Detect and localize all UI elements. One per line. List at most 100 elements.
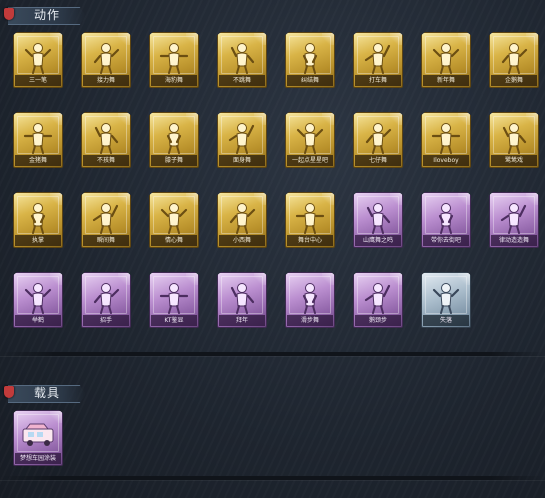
- dance-pose-icon: [159, 280, 189, 314]
- card-label-bar: 新年舞: [423, 75, 469, 86]
- card-label-bar: 梦想车园涂装: [15, 453, 61, 464]
- dance-pose-icon: [295, 120, 325, 154]
- action-card[interactable]: 七仔舞: [353, 112, 403, 168]
- action-card[interactable]: 接力舞: [81, 32, 131, 88]
- action-label: 纠结舞: [300, 77, 319, 84]
- section-title-actions: 动作: [34, 8, 61, 22]
- action-card[interactable]: 鹅颈步: [353, 272, 403, 328]
- dance-pose-icon: [295, 40, 325, 74]
- action-card[interactable]: 带你去街吧: [421, 192, 471, 248]
- vehicle-label: 梦想车园涂装: [19, 455, 56, 462]
- action-card[interactable]: Iloveboy: [421, 112, 471, 168]
- action-card[interactable]: 瞬间舞: [81, 192, 131, 248]
- action-card[interactable]: 不跳舞: [217, 32, 267, 88]
- card-label-bar: 律动造造舞: [491, 235, 537, 246]
- dance-pose-icon: [499, 200, 529, 234]
- action-card[interactable]: 一起点星星吧: [285, 112, 335, 168]
- card-frame: 滑步舞: [285, 272, 335, 328]
- card-label-bar: 小西舞: [219, 235, 265, 246]
- dance-pose-icon: [363, 120, 393, 154]
- card-label-bar: 打车舞: [355, 75, 401, 86]
- dance-pose-icon: [431, 120, 461, 154]
- action-label: 海豹舞: [164, 77, 183, 84]
- action-card[interactable]: 举鹤: [13, 272, 63, 328]
- action-label: 舞台中心: [297, 237, 322, 244]
- action-label: 带你去街吧: [430, 237, 461, 244]
- card-label-bar: 执掌: [15, 235, 61, 246]
- card-frame: 鹭鸶戏: [489, 112, 539, 168]
- action-card[interactable]: 滑步舞: [285, 272, 335, 328]
- action-label: 三一笔: [28, 77, 47, 84]
- action-card[interactable]: 企鹅舞: [489, 32, 539, 88]
- dance-pose-icon: [227, 120, 257, 154]
- dance-pose-icon: [23, 280, 53, 314]
- dance-pose-icon: [227, 200, 257, 234]
- action-card[interactable]: 鹭鸶戏: [489, 112, 539, 168]
- action-card[interactable]: 膝子舞: [149, 112, 199, 168]
- dance-pose-icon: [91, 200, 121, 234]
- dance-pose-icon: [431, 200, 461, 234]
- action-label: 鹭鸶戏: [504, 157, 523, 164]
- card-label-bar: 瞬间舞: [83, 235, 129, 246]
- action-card[interactable]: 山鹰舞之鸣: [353, 192, 403, 248]
- action-card[interactable]: 律动造造舞: [489, 192, 539, 248]
- action-label: 招手: [99, 317, 112, 324]
- dance-pose-icon: [431, 280, 461, 314]
- action-card[interactable]: 新年舞: [421, 32, 471, 88]
- card-frame: Iloveboy: [421, 112, 471, 168]
- action-label: KT鉴显: [164, 317, 184, 324]
- card-frame: 小西舞: [217, 192, 267, 248]
- section-title-vehicles: 载具: [34, 386, 61, 400]
- action-label: 小西舞: [232, 237, 251, 244]
- action-label: 打车舞: [368, 77, 387, 84]
- action-label: 面身舞: [232, 157, 251, 164]
- card-frame: 失落: [421, 272, 471, 328]
- card-frame: 新年舞: [421, 32, 471, 88]
- action-label: 接力舞: [96, 77, 115, 84]
- card-frame: 鹅颈步: [353, 272, 403, 328]
- action-card[interactable]: 小西舞: [217, 192, 267, 248]
- action-label: 拜年: [235, 317, 248, 324]
- action-label: Iloveboy: [433, 157, 459, 164]
- card-frame: 不孩舞: [81, 112, 131, 168]
- card-label-bar: 招手: [83, 315, 129, 326]
- card-frame: 三一笔: [13, 32, 63, 88]
- card-frame: 山鹰舞之鸣: [353, 192, 403, 248]
- vehicle-card[interactable]: 梦想车园涂装: [13, 410, 63, 466]
- action-card[interactable]: 招手: [81, 272, 131, 328]
- action-card[interactable]: 情心舞: [149, 192, 199, 248]
- card-label-bar: 舞台中心: [287, 235, 333, 246]
- card-label-bar: 纠结舞: [287, 75, 333, 86]
- action-card[interactable]: 拜年: [217, 272, 267, 328]
- card-frame: 执掌: [13, 192, 63, 248]
- action-label: 一起点星星吧: [291, 157, 328, 164]
- action-card[interactable]: 金猪舞: [13, 112, 63, 168]
- dance-pose-icon: [363, 40, 393, 74]
- action-card[interactable]: 三一笔: [13, 32, 63, 88]
- action-card[interactable]: 海豹舞: [149, 32, 199, 88]
- dance-pose-icon: [23, 200, 53, 234]
- action-card[interactable]: KT鉴显: [149, 272, 199, 328]
- action-label: 举鹤: [31, 317, 44, 324]
- action-card[interactable]: 不孩舞: [81, 112, 131, 168]
- card-label-bar: 企鹅舞: [491, 75, 537, 86]
- card-frame: 金猪舞: [13, 112, 63, 168]
- card-frame: 瞬间舞: [81, 192, 131, 248]
- action-card[interactable]: 面身舞: [217, 112, 267, 168]
- card-frame: 海豹舞: [149, 32, 199, 88]
- action-card[interactable]: 执掌: [13, 192, 63, 248]
- action-card[interactable]: 失落: [421, 272, 471, 328]
- dance-pose-icon: [159, 120, 189, 154]
- action-card[interactable]: 纠结舞: [285, 32, 335, 88]
- card-frame: 舞台中心: [285, 192, 335, 248]
- card-frame: 梦想车园涂装: [13, 410, 63, 466]
- action-label: 不跳舞: [232, 77, 251, 84]
- dance-pose-icon: [431, 40, 461, 74]
- card-label-bar: 接力舞: [83, 75, 129, 86]
- action-label: 企鹅舞: [504, 77, 523, 84]
- action-card[interactable]: 舞台中心: [285, 192, 335, 248]
- action-card[interactable]: 打车舞: [353, 32, 403, 88]
- action-label: 滑步舞: [300, 317, 319, 324]
- action-label: 执掌: [31, 237, 44, 244]
- action-label: 鹅颈步: [368, 317, 387, 324]
